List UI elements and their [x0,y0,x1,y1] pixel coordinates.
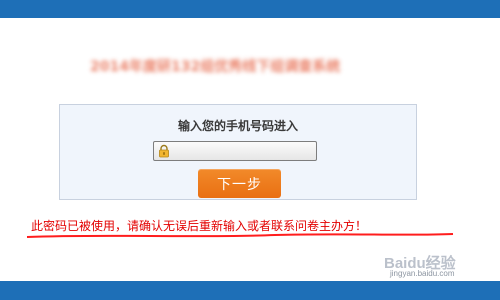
top-bar [0,0,500,18]
baidu-url: jingyan.baidu.com [390,269,455,278]
red-underline [26,233,454,238]
next-step-button[interactable]: 下一步 [198,169,281,198]
login-panel: 输入您的手机号码进入 下一步 [59,104,417,200]
bottom-bar [0,281,500,300]
phone-prompt-label: 输入您的手机号码进入 [177,119,298,133]
page-title: 2014年度研132组优秀线下组调查系统 [90,59,341,75]
baidu-watermark: Baidu经验 jingyan.baidu.com [384,252,484,280]
phone-field[interactable] [153,141,317,161]
phone-number-input[interactable] [174,143,314,159]
lock-icon [159,144,169,158]
